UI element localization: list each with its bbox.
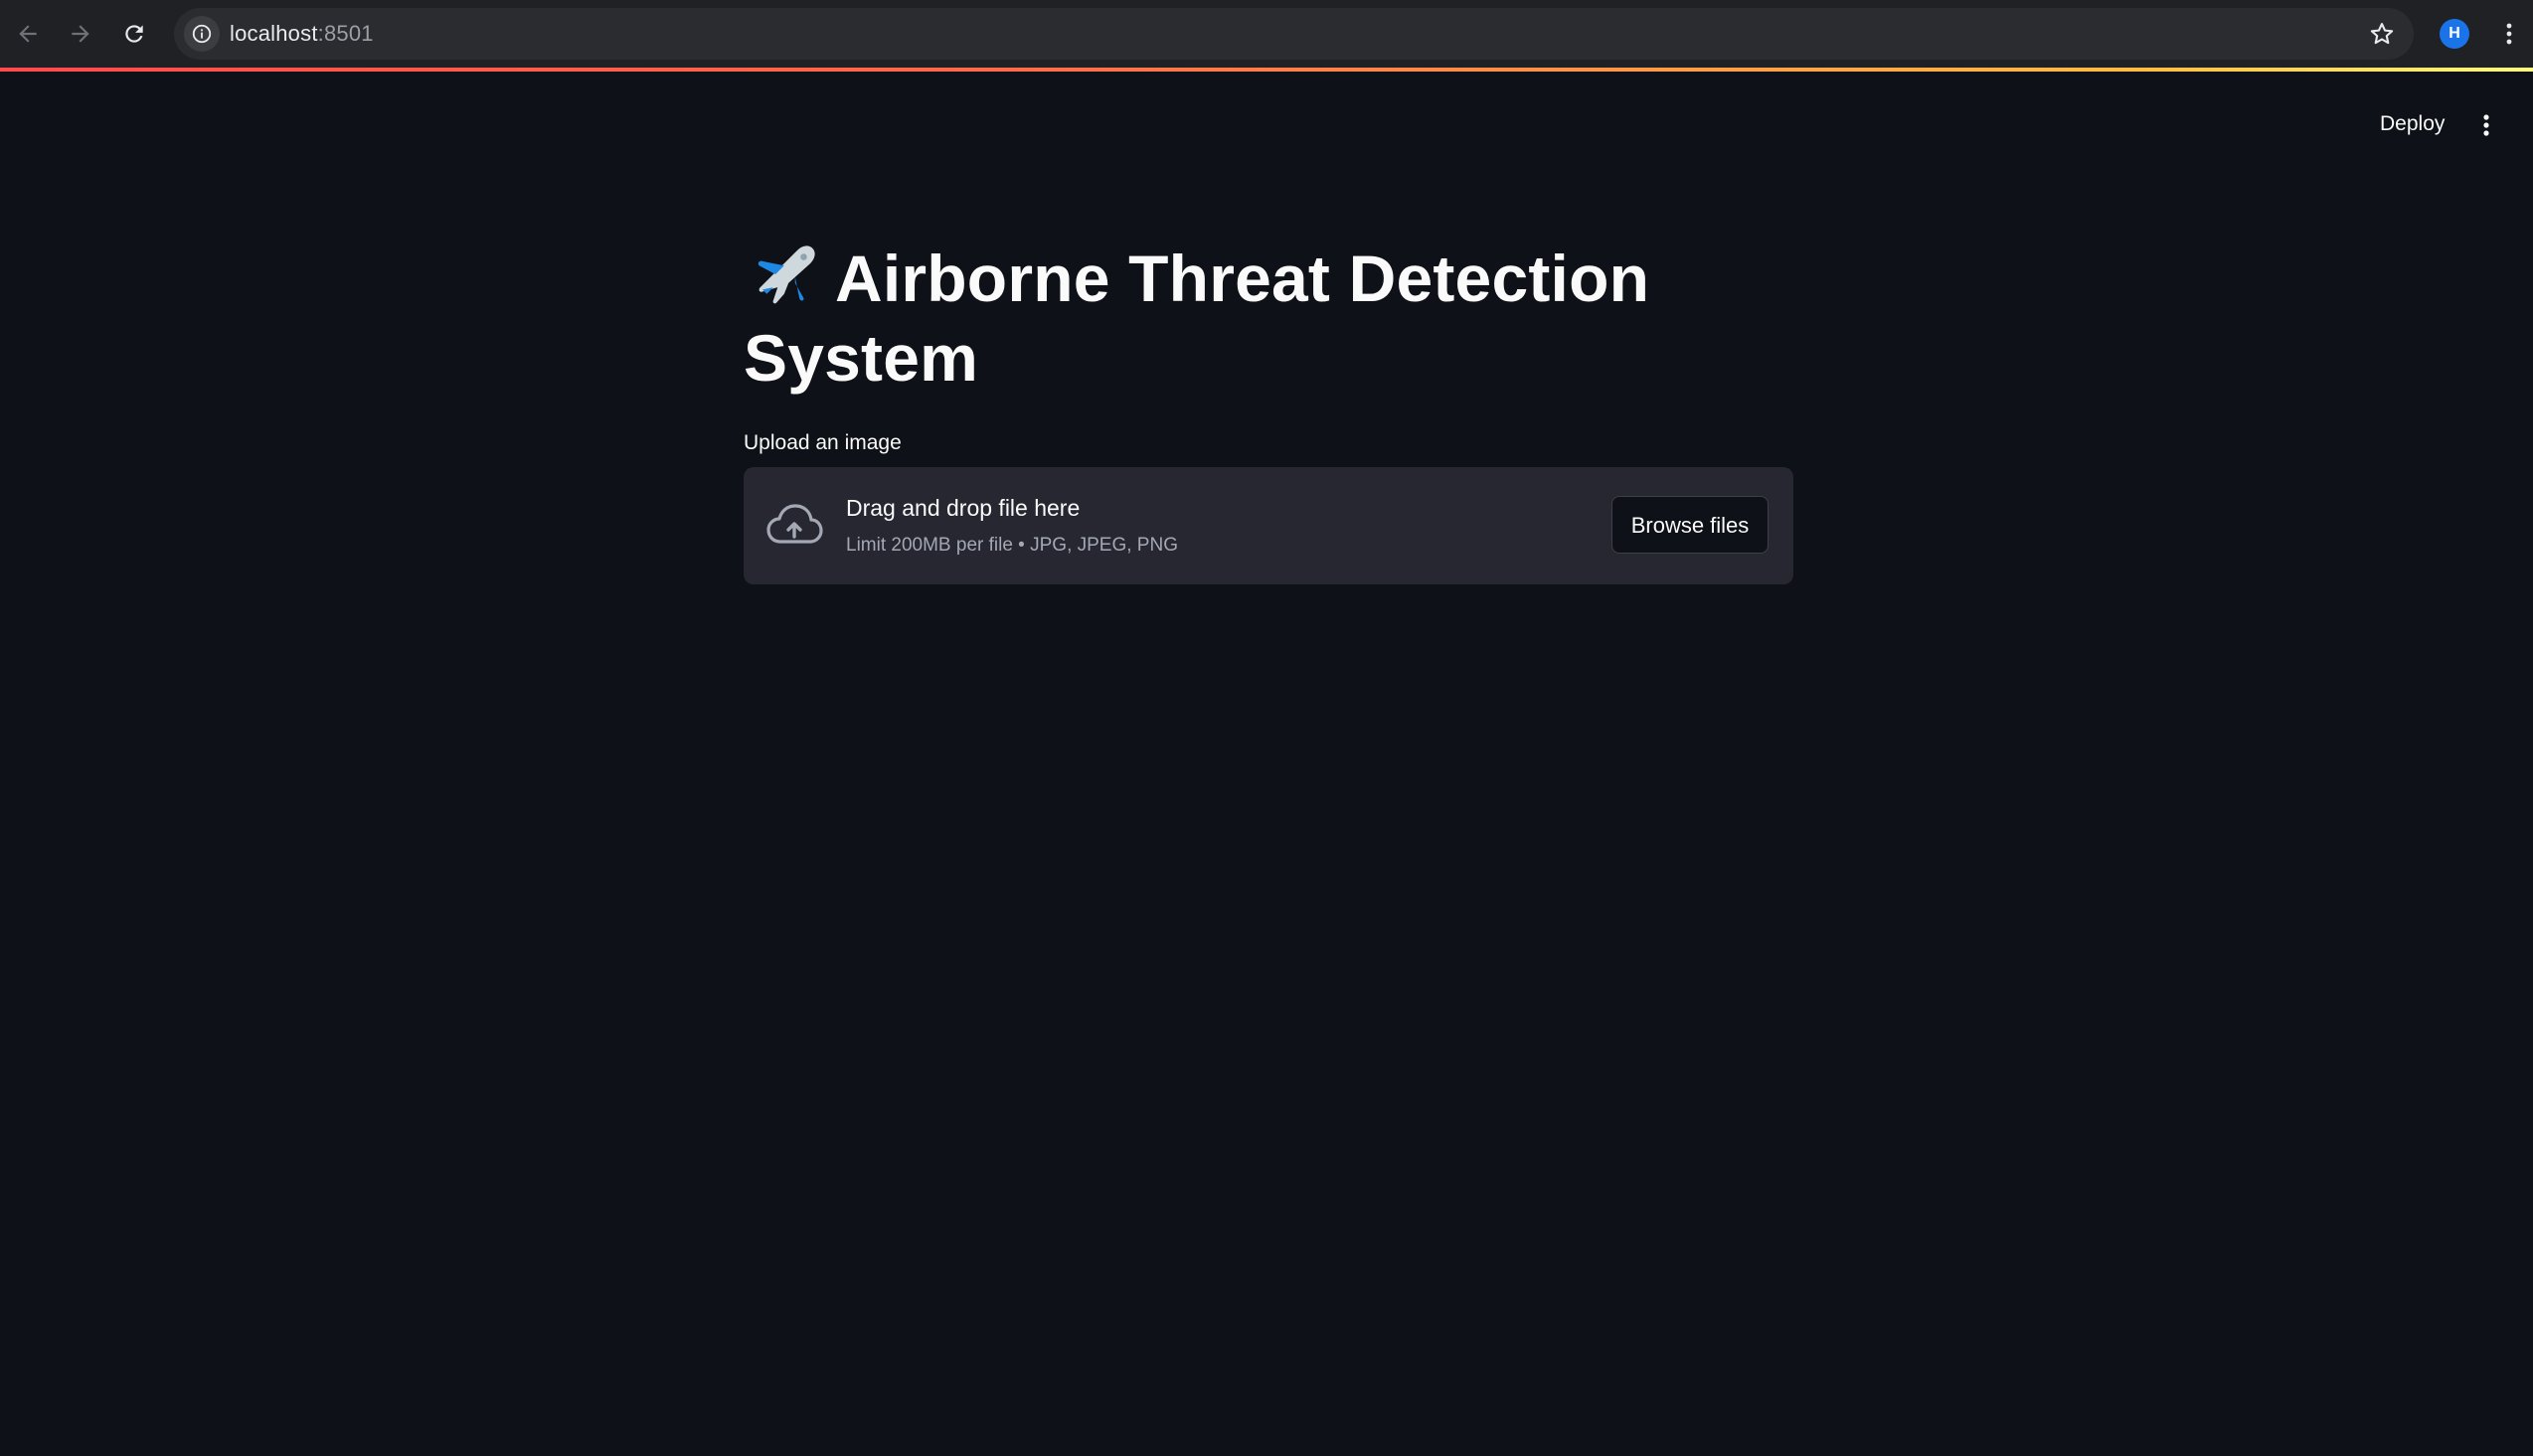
url-port: :8501	[317, 21, 374, 46]
forward-arrow-icon[interactable]	[63, 16, 98, 52]
airplane-icon	[758, 245, 815, 304]
page-title: Airborne Threat Detection System	[744, 239, 1797, 398]
page-title-text: Airborne Threat Detection System	[744, 242, 1650, 395]
main-menu-button[interactable]	[2469, 105, 2503, 145]
reload-icon[interactable]	[116, 16, 152, 52]
browser-toolbar: localhost:8501 H	[0, 0, 2533, 68]
browse-files-button[interactable]: Browse files	[1611, 496, 1769, 554]
deploy-button[interactable]: Deploy	[2366, 107, 2458, 141]
back-arrow-icon[interactable]	[10, 16, 46, 52]
kebab-menu-icon[interactable]	[2497, 18, 2521, 50]
dropzone-limit-text: Limit 200MB per file • JPG, JPEG, PNG	[846, 535, 1178, 556]
url-host: localhost	[230, 21, 318, 46]
upload-label: Upload an image	[744, 431, 902, 454]
dropzone-title: Drag and drop file here	[846, 495, 1081, 521]
star-icon[interactable]	[2368, 20, 2396, 48]
file-dropzone[interactable]: Drag and drop file here Limit 200MB per …	[744, 467, 1793, 584]
address-bar[interactable]: localhost:8501	[174, 8, 2414, 60]
url-text: localhost:8501	[230, 20, 374, 48]
header-decoration-stripe	[0, 68, 2533, 72]
cloud-upload-icon	[766, 504, 823, 544]
profile-avatar[interactable]: H	[2440, 19, 2469, 49]
kebab-menu-icon	[2483, 114, 2489, 136]
info-icon[interactable]	[184, 16, 220, 52]
